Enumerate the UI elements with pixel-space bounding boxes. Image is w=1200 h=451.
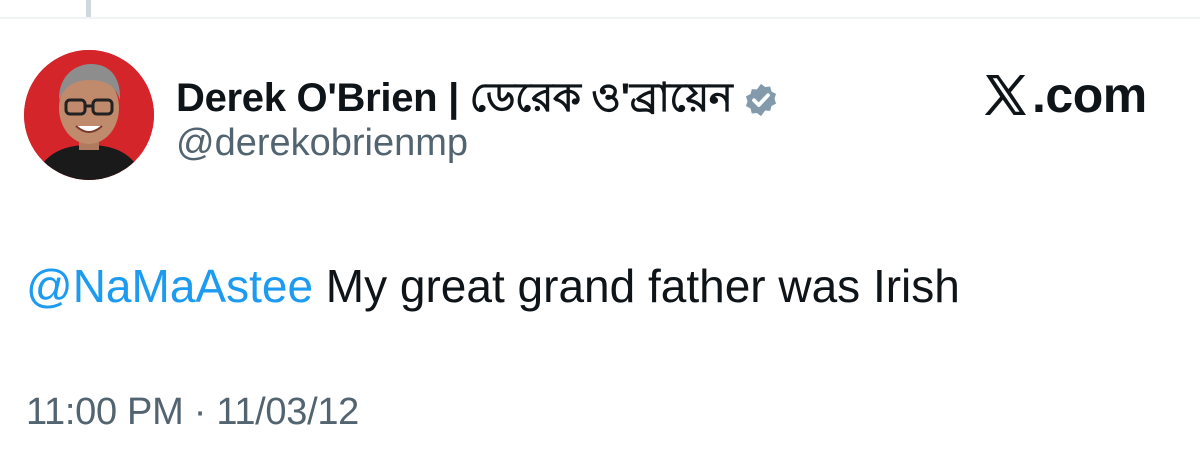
tweet-time: 11:00 PM [26, 391, 184, 433]
tweet-date: 11/03/12 [216, 391, 360, 433]
mention-link[interactable]: @NaMaAstee [26, 260, 313, 312]
x-logo-icon [984, 75, 1026, 115]
divider [0, 17, 1200, 19]
tweet-timestamp[interactable]: 11:00 PM · 11/03/12 [26, 391, 359, 434]
tweet-text: @NaMaAstee My great grand father was Iri… [26, 259, 960, 313]
author-handle[interactable]: @derekobrienmp [176, 122, 468, 165]
thread-connector-line [86, 0, 91, 17]
meta-separator: · [183, 391, 217, 433]
verified-badge-icon [746, 83, 777, 116]
x-com-brand: .com [982, 66, 1147, 124]
brand-text: .com [1032, 67, 1147, 123]
profile-photo [24, 50, 154, 180]
tweet-body: My great grand father was Irish [313, 260, 960, 312]
avatar[interactable] [24, 50, 154, 180]
